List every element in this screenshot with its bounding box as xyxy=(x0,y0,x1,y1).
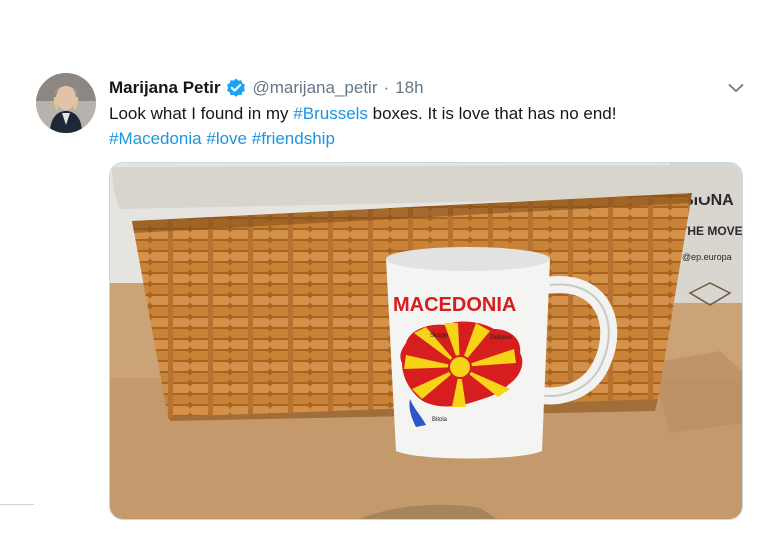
author-name[interactable]: Marijana Petir xyxy=(109,78,221,98)
tweet-photo[interactable]: SIONA THE MOVE @ep.europa MACEDONIA Skop… xyxy=(109,162,743,520)
map-label: Skopje xyxy=(430,333,449,339)
mug-rim xyxy=(386,247,550,271)
map-label: Bitola xyxy=(432,417,448,423)
hashtag-love[interactable]: #love xyxy=(206,129,247,148)
tweet-header: Marijana Petir @marijana_petir · 18h xyxy=(109,76,424,100)
map-label: Delcevo xyxy=(490,335,512,341)
tweet-text-part: boxes. It is love that has no end! xyxy=(367,104,617,123)
mug-print-text: MACEDONIA xyxy=(393,294,516,316)
divider xyxy=(0,504,34,505)
hashtag-brussels[interactable]: #Brussels xyxy=(293,104,368,123)
box-print-text-2: THE MOVE xyxy=(680,224,743,238)
sun-disc xyxy=(448,355,472,379)
photo-scene: SIONA THE MOVE @ep.europa MACEDONIA Skop… xyxy=(110,163,743,519)
tweet-timestamp[interactable]: 18h xyxy=(395,78,423,98)
separator-dot: · xyxy=(383,78,390,97)
avatar[interactable] xyxy=(36,73,96,133)
chevron-down-icon[interactable] xyxy=(726,78,746,98)
tweet: Marijana Petir @marijana_petir · 18h Loo… xyxy=(0,0,767,559)
author-handle[interactable]: @marijana_petir xyxy=(253,78,378,98)
tweet-text-part: Look what I found in my xyxy=(109,104,294,123)
verified-badge-icon xyxy=(225,77,247,99)
tweet-text: Look what I found in my #Brussels boxes.… xyxy=(109,101,729,151)
hashtag-friendship[interactable]: #friendship xyxy=(252,129,335,148)
hashtag-macedonia[interactable]: #Macedonia xyxy=(109,129,202,148)
avatar-image xyxy=(36,73,96,133)
box-print-text-3: @ep.europa xyxy=(682,252,732,262)
